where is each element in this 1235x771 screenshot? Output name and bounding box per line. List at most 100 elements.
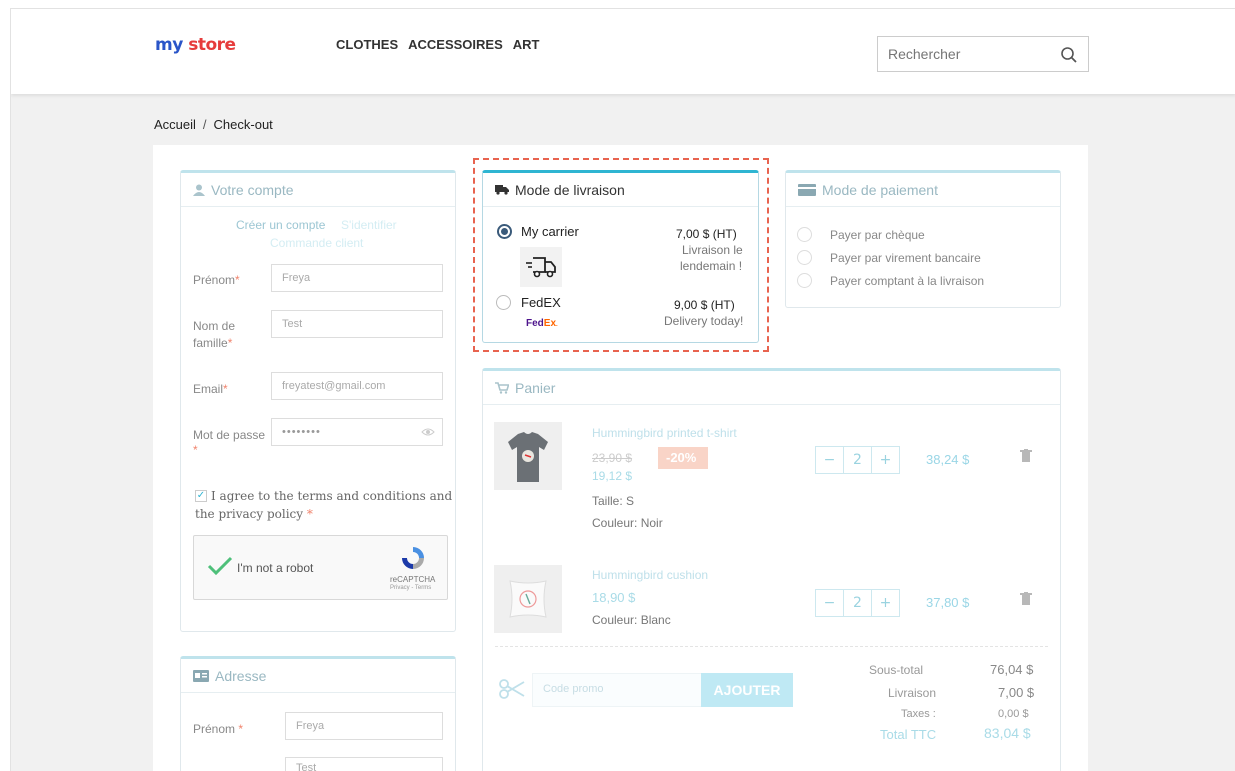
qty-increase-button[interactable]: + xyxy=(872,447,899,473)
trash-icon[interactable] xyxy=(1020,592,1032,606)
tab-guest[interactable]: Commande client xyxy=(270,236,363,250)
email-field[interactable]: freyatest@gmail.com xyxy=(271,372,443,400)
eye-icon[interactable] xyxy=(421,427,435,437)
terms-text-line2: the privacy policy * xyxy=(195,507,313,521)
shipping-radio-fedex[interactable] xyxy=(496,295,511,310)
account-title: Votre compte xyxy=(211,181,294,198)
delivery-truck-icon xyxy=(526,257,556,278)
shipping-delay-my-carrier-1: Livraison le xyxy=(682,243,743,257)
product-image-cushion[interactable] xyxy=(494,565,562,633)
product-image-tshirt[interactable] xyxy=(494,422,562,490)
address-firstname-label: Prénom * xyxy=(193,722,244,736)
breadcrumb: Accueil / Check-out xyxy=(154,117,273,132)
summary-total-value: 83,04 $ xyxy=(984,725,1031,741)
search-input[interactable] xyxy=(878,37,1048,71)
address-firstname-field[interactable]: Freya xyxy=(285,712,443,740)
firstname-field[interactable]: Freya xyxy=(271,264,443,292)
checkmark-icon xyxy=(207,556,233,576)
main-nav: CLOTHES ACCESSOIRES ART xyxy=(336,37,539,52)
tshirt-image xyxy=(508,432,548,482)
shipping-delay-fedex: Delivery today! xyxy=(664,314,744,328)
product-old-price-tshirt: 23,90 $ xyxy=(592,451,633,465)
qty-value[interactable]: 2 xyxy=(844,447,872,473)
cart-card-header: Panier xyxy=(483,371,1060,405)
payment-radio-wire[interactable] xyxy=(797,250,812,265)
address-title: Adresse xyxy=(215,667,267,684)
terms-text-line1: I agree to the terms and conditions and xyxy=(211,489,453,503)
scissors-icon xyxy=(499,679,525,699)
cart-card: Panier xyxy=(482,368,1061,771)
promo-placeholder: Code promo xyxy=(543,683,604,695)
product-name-cushion[interactable]: Hummingbird cushion xyxy=(592,568,708,582)
account-card-header: Votre compte xyxy=(181,173,455,207)
logo-my: my xyxy=(155,35,183,55)
lastname-label-line1: Nom de xyxy=(193,319,236,333)
site-header: my store CLOTHES ACCESSOIRES ART xyxy=(11,9,1235,94)
search-icon[interactable] xyxy=(1060,46,1078,64)
nav-art[interactable]: ART xyxy=(513,37,540,52)
password-required-mark: * xyxy=(193,443,198,457)
qty-decrease-button[interactable]: − xyxy=(816,590,844,616)
cushion-image xyxy=(509,580,547,618)
product-attr-color: Couleur: Noir xyxy=(592,516,663,530)
recaptcha-links[interactable]: Privacy - Terms xyxy=(390,585,431,591)
shipping-card-header: Mode de livraison xyxy=(483,173,758,207)
product-price-cushion: 18,90 $ xyxy=(592,590,636,605)
breadcrumb-current: Check-out xyxy=(213,117,273,132)
promo-code-input[interactable]: Code promo xyxy=(532,673,702,707)
summary-taxes-label: Taxes : xyxy=(901,708,936,720)
password-field[interactable]: •••••••• xyxy=(271,418,443,446)
fedex-logo: FedEx. xyxy=(526,318,558,329)
line-total-tshirt: 38,24 $ xyxy=(926,452,970,467)
trash-icon[interactable] xyxy=(1020,449,1032,463)
product-attr-color-cushion: Couleur: Blanc xyxy=(592,613,671,627)
breadcrumb-separator: / xyxy=(202,117,207,132)
product-attr-size: Taille: S xyxy=(592,494,635,508)
lastname-label-line2: famille* xyxy=(193,336,233,350)
qty-value[interactable]: 2 xyxy=(844,590,872,616)
add-promo-button[interactable]: AJOUTER xyxy=(701,673,793,707)
shipping-radio-my-carrier[interactable] xyxy=(497,224,512,239)
line-total-cushion: 37,80 $ xyxy=(926,595,970,610)
id-card-icon xyxy=(193,669,209,682)
recaptcha-logo-icon xyxy=(402,547,424,569)
summary-shipping-value: 7,00 $ xyxy=(998,685,1035,700)
shipping-price-my-carrier: 7,00 $ (HT) xyxy=(676,227,737,241)
recaptcha-box[interactable]: I'm not a robot reCAPTCHA Privacy - Term… xyxy=(193,535,448,600)
tab-create-account[interactable]: Créer un compte xyxy=(236,218,325,232)
quantity-stepper-tshirt: − 2 + xyxy=(815,446,900,474)
address-card-header: Adresse xyxy=(181,659,455,693)
shipping-title: Mode de livraison xyxy=(515,181,625,198)
nav-accessoires[interactable]: ACCESSOIRES xyxy=(408,37,503,52)
password-label-line1: Mot de passe xyxy=(193,428,266,442)
recaptcha-brand: reCAPTCHA xyxy=(390,575,436,584)
my-carrier-logo xyxy=(520,247,562,287)
summary-subtotal-label: Sous-total xyxy=(869,663,924,677)
product-name-tshirt[interactable]: Hummingbird printed t-shirt xyxy=(592,426,737,440)
shipping-delay-my-carrier-2: lendemain ! xyxy=(680,259,743,273)
search-box xyxy=(877,36,1089,72)
firstname-label: Prénom* xyxy=(193,273,240,287)
cart-divider xyxy=(495,646,1048,647)
captcha-label: I'm not a robot xyxy=(237,561,314,575)
summary-subtotal-value: 76,04 $ xyxy=(990,662,1034,677)
breadcrumb-home[interactable]: Accueil xyxy=(154,117,196,132)
qty-decrease-button[interactable]: − xyxy=(816,447,844,473)
address-lastname-field[interactable]: Test xyxy=(285,757,443,771)
password-value: •••••••• xyxy=(282,426,321,438)
qty-increase-button[interactable]: + xyxy=(872,590,899,616)
logo-store: store xyxy=(188,35,236,55)
lastname-field[interactable]: Test xyxy=(271,310,443,338)
payment-radio-cheque[interactable] xyxy=(797,227,812,242)
payment-option-cod: Payer comptant à la livraison xyxy=(830,274,985,288)
summary-total-label: Total TTC xyxy=(880,727,937,742)
terms-checkbox[interactable]: ✓ xyxy=(195,490,207,502)
nav-clothes[interactable]: CLOTHES xyxy=(336,37,398,52)
store-logo[interactable]: my store xyxy=(155,35,236,55)
summary-shipping-label: Livraison xyxy=(888,686,937,700)
tab-login[interactable]: S'identifier xyxy=(341,218,397,232)
summary-taxes-value: 0,00 $ xyxy=(998,708,1029,720)
payment-radio-cod[interactable] xyxy=(797,273,812,288)
cart-icon xyxy=(495,381,509,394)
user-icon xyxy=(193,184,205,196)
